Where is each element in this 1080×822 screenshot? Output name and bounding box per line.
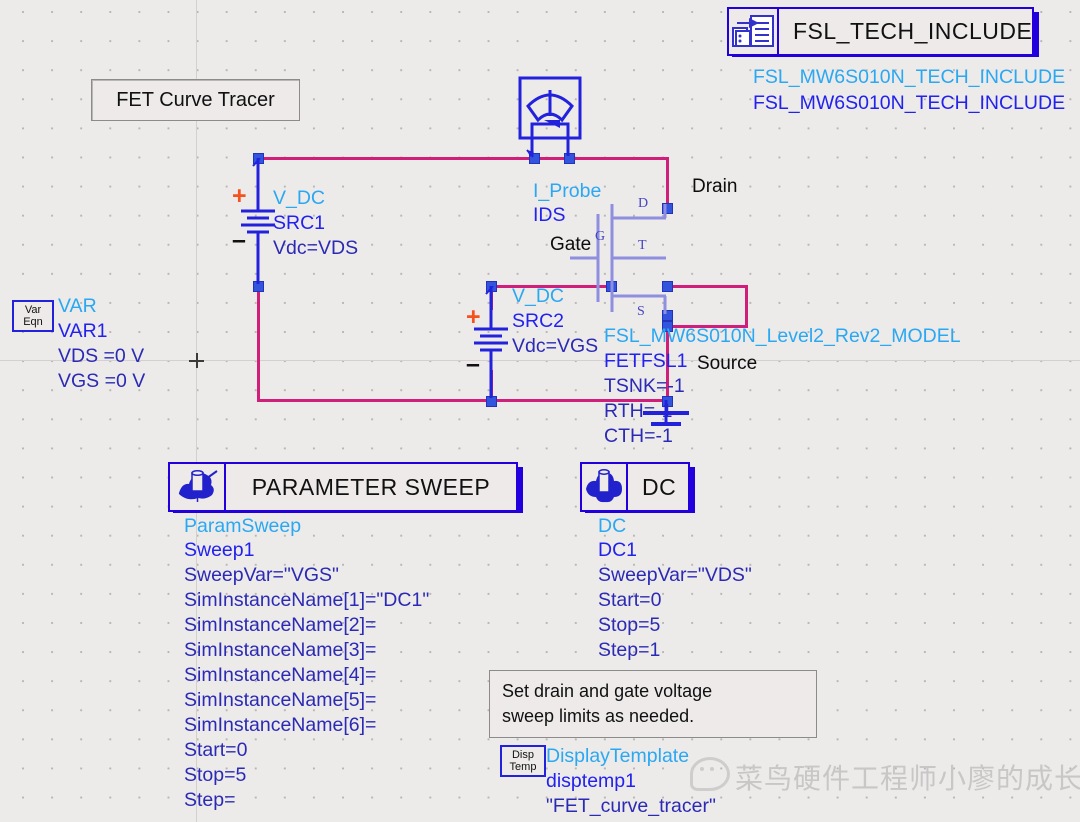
display-template-icon-line2: Temp bbox=[509, 761, 537, 773]
title-box: FET Curve Tracer bbox=[91, 79, 300, 121]
ground-icon[interactable] bbox=[637, 400, 695, 440]
src1-plus-icon: + bbox=[232, 182, 247, 210]
terminal-gate-label: Gate bbox=[550, 234, 592, 255]
src2-name: SRC2 bbox=[512, 310, 565, 332]
dc-sim-title: DC bbox=[642, 473, 677, 500]
param-sweep-param-3: SimInstanceName[3]= bbox=[184, 639, 377, 661]
dc-sim-icon bbox=[582, 464, 628, 510]
display-template-value: "FET_curve_tracer" bbox=[546, 795, 716, 817]
param-sweep-title: PARAMETER SWEEP bbox=[251, 473, 491, 500]
param-sweep-param-4: SimInstanceName[4]= bbox=[184, 664, 377, 686]
param-sweep-param-2: SimInstanceName[2]= bbox=[184, 614, 377, 636]
fet-pin-drain-label: D bbox=[638, 196, 649, 211]
terminal-source-label: Source bbox=[697, 353, 758, 374]
src1-param: Vdc=VDS bbox=[273, 237, 359, 259]
origin-marker bbox=[189, 353, 204, 368]
dc-sim-param-0: SweepVar="VDS" bbox=[598, 564, 752, 586]
include-file-icon bbox=[729, 9, 779, 54]
ammeter-icon[interactable] bbox=[518, 76, 582, 158]
display-template-icon[interactable]: Disp Temp bbox=[500, 745, 546, 777]
tech-include-line2: FSL_MW6S010N_TECH_INCLUDE bbox=[753, 92, 1066, 114]
fet-name: FETFSL1 bbox=[604, 350, 688, 372]
iprobe-name: IDS bbox=[533, 204, 566, 226]
param-sweep-icon bbox=[170, 464, 226, 510]
schematic-canvas[interactable]: FET Curve Tracer FSL_TECH_INCLUDE FSL_MW… bbox=[0, 0, 1080, 822]
var-eqn-param-0: VDS =0 V bbox=[58, 345, 145, 367]
param-sweep-block[interactable]: PARAMETER SWEEP bbox=[168, 462, 523, 513]
terminal-drain-label: Drain bbox=[692, 176, 738, 197]
var-eqn-icon[interactable]: Var Eqn bbox=[12, 300, 54, 332]
var-eqn-name: VAR1 bbox=[58, 320, 108, 342]
var-eqn-icon-line1: Var bbox=[24, 304, 42, 316]
dc-sim-type: DC bbox=[598, 515, 627, 537]
param-sweep-name: Sweep1 bbox=[184, 539, 255, 561]
wire-src1-left[interactable] bbox=[257, 285, 260, 402]
param-sweep-param-6: SimInstanceName[6]= bbox=[184, 714, 377, 736]
fet-param-0: TSNK=-1 bbox=[604, 375, 685, 397]
var-eqn-icon-line2: Eqn bbox=[23, 316, 43, 328]
var-eqn-param-1: VGS =0 V bbox=[58, 370, 146, 392]
param-sweep-param-9: Step= bbox=[184, 789, 236, 811]
src1-type: V_DC bbox=[273, 187, 326, 209]
wechat-logo-icon bbox=[690, 757, 730, 791]
dc-sim-param-1: Start=0 bbox=[598, 589, 662, 611]
param-sweep-param-8: Stop=5 bbox=[184, 764, 247, 786]
src1-name: SRC1 bbox=[273, 212, 326, 234]
fet-symbol[interactable] bbox=[570, 196, 680, 321]
fet-pin-thermal-label: T bbox=[638, 238, 647, 253]
fet-model: FSL_MW6S010N_Level2_Rev2_MODEL bbox=[604, 325, 961, 347]
dc-sim-param-2: Stop=5 bbox=[598, 614, 661, 636]
display-template-name: disptemp1 bbox=[546, 770, 636, 792]
param-sweep-param-1: SimInstanceName[1]="DC1" bbox=[184, 589, 430, 611]
var-eqn-type: VAR bbox=[58, 295, 97, 317]
src1-minus-icon: – bbox=[232, 226, 246, 254]
param-sweep-type: ParamSweep bbox=[184, 515, 302, 537]
fet-pin-source-label: S bbox=[637, 304, 645, 319]
display-template-icon-line1: Disp bbox=[511, 749, 534, 761]
param-sweep-param-0: SweepVar="VGS" bbox=[184, 564, 339, 586]
src2-plus-icon: + bbox=[466, 303, 481, 331]
tech-include-title: FSL_TECH_INCLUDE bbox=[793, 18, 1033, 44]
param-sweep-param-7: Start=0 bbox=[184, 739, 248, 761]
dc-sim-block[interactable]: DC bbox=[580, 462, 695, 513]
src2-type: V_DC bbox=[512, 285, 565, 307]
src2-param: Vdc=VGS bbox=[512, 335, 599, 357]
dc-sim-name: DC1 bbox=[598, 539, 638, 561]
fet-pin-gate-label: G bbox=[595, 229, 606, 244]
param-sweep-param-5: SimInstanceName[5]= bbox=[184, 689, 377, 711]
display-template-type: DisplayTemplate bbox=[546, 745, 690, 767]
tech-include-block[interactable]: FSL_TECH_INCLUDE bbox=[727, 7, 1039, 57]
wire-thermal-drop[interactable] bbox=[745, 285, 748, 327]
axis-horizontal bbox=[0, 360, 1080, 361]
wire-top-rail[interactable] bbox=[257, 157, 669, 160]
watermark-text: 菜鸟硬件工程师小廖的成长日记 bbox=[735, 762, 1080, 795]
dc-sim-param-3: Step=1 bbox=[598, 639, 661, 661]
src2-minus-icon: – bbox=[466, 350, 480, 378]
tech-include-line1: FSL_MW6S010N_TECH_INCLUDE bbox=[753, 66, 1066, 88]
note-box: Set drain and gate voltage sweep limits … bbox=[489, 670, 817, 738]
